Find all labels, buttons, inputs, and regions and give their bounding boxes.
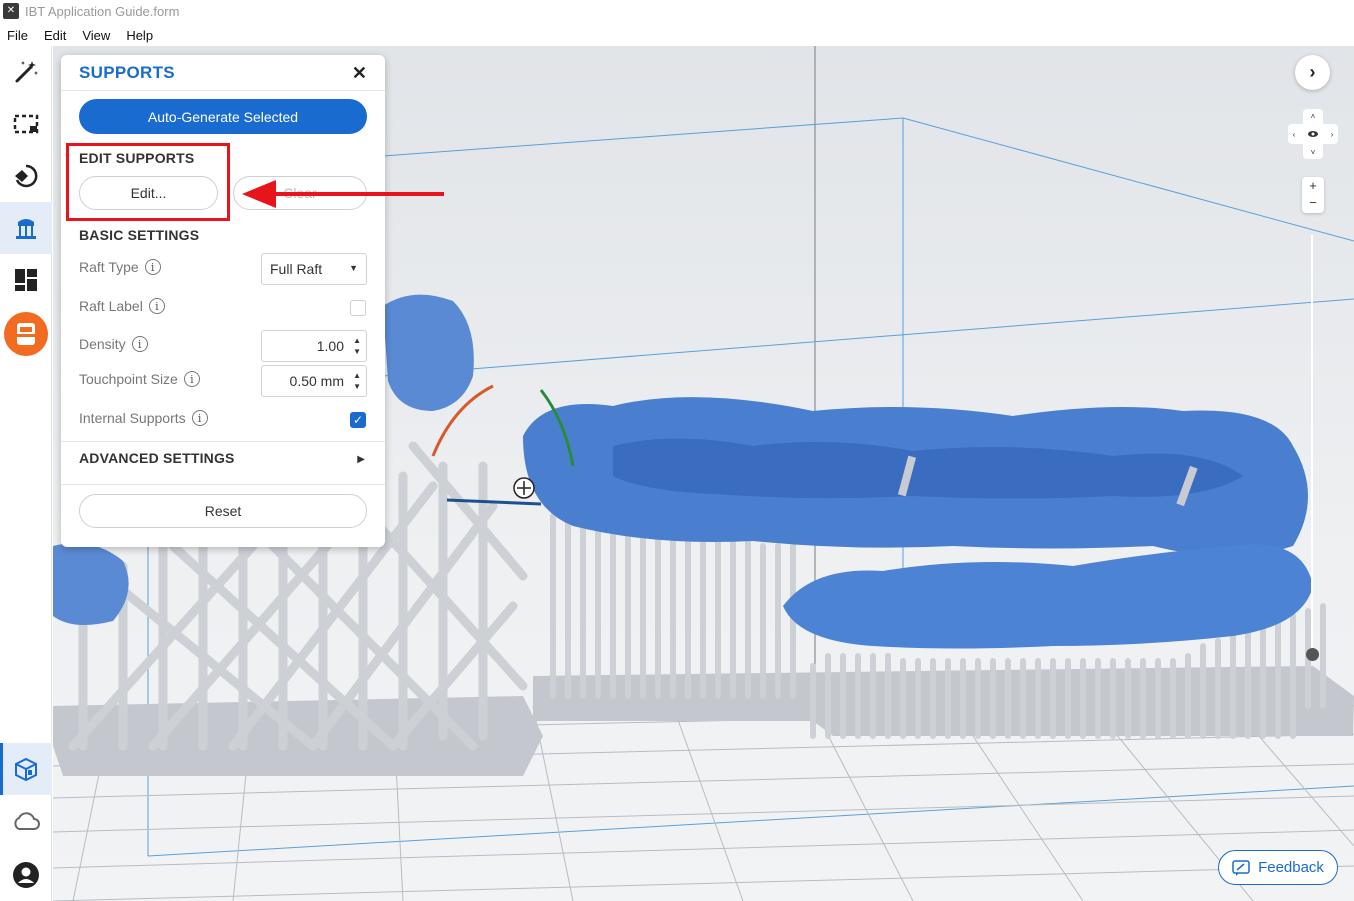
- svg-text:›: ›: [1331, 130, 1334, 139]
- view-navigation-control[interactable]: ˄ ˅ ‹ ›: [1286, 107, 1340, 161]
- info-icon[interactable]: i: [144, 259, 161, 275]
- density-value: 1.00: [316, 338, 344, 354]
- orientation-icon: [15, 164, 38, 188]
- title-bar: ✕ IBT Application Guide.form: [0, 0, 1354, 22]
- chevron-right-icon[interactable]: ▶: [357, 454, 365, 465]
- annotation-arrow-icon: [242, 180, 444, 208]
- auto-generate-button[interactable]: Auto-Generate Selected: [79, 99, 367, 134]
- advanced-settings-heading[interactable]: ADVANCED SETTINGS: [79, 450, 235, 466]
- info-icon[interactable]: i: [131, 336, 148, 352]
- layout-icon: [15, 269, 37, 291]
- zoom-out-icon[interactable]: −: [1302, 194, 1324, 211]
- raft-label-checkbox[interactable]: [350, 300, 366, 316]
- panel-header-divider: [61, 90, 385, 91]
- feedback-icon: [1232, 859, 1250, 876]
- app-logo-icon: ✕: [3, 3, 19, 19]
- account-icon: [13, 862, 39, 888]
- layer-slider-handle[interactable]: [1306, 648, 1319, 661]
- internal-supports-checkbox[interactable]: ✓: [350, 412, 366, 428]
- info-icon[interactable]: i: [148, 298, 165, 314]
- svg-text:˅: ˅: [1311, 148, 1316, 157]
- raft-type-label: Raft Type: [79, 259, 139, 275]
- section-divider: [61, 484, 385, 485]
- tool-supports[interactable]: [0, 202, 52, 254]
- left-toolbar: [0, 46, 52, 901]
- touchpoint-label: Touchpoint Size: [79, 371, 178, 387]
- raft-type-select[interactable]: Full Raft ▼: [261, 253, 367, 285]
- supports-icon: [16, 219, 36, 239]
- touchpoint-input[interactable]: 0.50 mm ▲ ▼: [261, 365, 367, 397]
- tool-account[interactable]: [0, 849, 52, 901]
- cloud-icon: [14, 812, 40, 830]
- svg-text:‹: ‹: [1293, 130, 1296, 139]
- info-icon[interactable]: i: [191, 410, 208, 426]
- raft-label-label: Raft Label: [79, 298, 143, 314]
- touchpoint-row: Touchpoint Size i: [79, 371, 200, 387]
- window-title: IBT Application Guide.form: [25, 3, 180, 19]
- tool-model-view[interactable]: [0, 743, 52, 795]
- preform-app-window: ✕ IBT Application Guide.form File Edit V…: [0, 0, 1354, 901]
- magic-wand-icon: [15, 61, 38, 83]
- expand-panel-button[interactable]: ›: [1295, 55, 1330, 90]
- menu-file[interactable]: File: [7, 28, 28, 43]
- svg-text:˄: ˄: [1311, 112, 1316, 121]
- internal-supports-row: Internal Supports i: [79, 410, 208, 426]
- menu-view[interactable]: View: [82, 28, 110, 43]
- tool-print[interactable]: [0, 308, 52, 360]
- panel-title: SUPPORTS: [79, 63, 175, 82]
- selection-icon: [13, 114, 39, 134]
- basic-settings-heading: BASIC SETTINGS: [79, 227, 200, 243]
- density-label: Density: [79, 336, 126, 352]
- density-input[interactable]: 1.00 ▲ ▼: [261, 330, 367, 362]
- tool-cloud[interactable]: [0, 796, 52, 848]
- dropdown-caret-icon: ▼: [349, 263, 358, 273]
- feedback-label: Feedback: [1258, 859, 1324, 876]
- print-icon: [4, 312, 48, 356]
- menu-help[interactable]: Help: [126, 28, 153, 43]
- internal-supports-label: Internal Supports: [79, 410, 186, 426]
- raft-type-row: Raft Type i: [79, 259, 161, 275]
- supports-panel: SUPPORTS ✕ Auto-Generate Selected EDIT S…: [61, 55, 385, 547]
- close-icon[interactable]: ✕: [352, 63, 367, 84]
- tool-one-click-print[interactable]: [0, 46, 52, 98]
- menu-edit[interactable]: Edit: [44, 28, 66, 43]
- feedback-button[interactable]: Feedback: [1218, 850, 1338, 885]
- tool-select[interactable]: [0, 98, 52, 150]
- density-row: Density i: [79, 336, 148, 352]
- tool-orientation[interactable]: [0, 150, 52, 202]
- touchpoint-value: 0.50 mm: [289, 373, 344, 389]
- raft-type-value: Full Raft: [270, 261, 323, 277]
- layer-slider-track[interactable]: [1311, 235, 1313, 655]
- reset-button[interactable]: Reset: [79, 494, 367, 528]
- model-view-icon: [15, 757, 37, 782]
- zoom-control[interactable]: + −: [1302, 177, 1324, 213]
- chevron-right-icon: ›: [1309, 62, 1316, 82]
- info-icon[interactable]: i: [183, 371, 200, 387]
- stepper-icon[interactable]: ▲ ▼: [353, 370, 361, 392]
- raft-label-row: Raft Label i: [79, 298, 165, 314]
- annotation-highlight-box: [66, 143, 230, 221]
- section-divider: [61, 441, 385, 442]
- tool-layout[interactable]: [0, 254, 52, 306]
- stepper-icon[interactable]: ▲ ▼: [353, 335, 361, 357]
- menu-bar: File Edit View Help: [0, 24, 1354, 46]
- zoom-in-icon[interactable]: +: [1302, 177, 1324, 194]
